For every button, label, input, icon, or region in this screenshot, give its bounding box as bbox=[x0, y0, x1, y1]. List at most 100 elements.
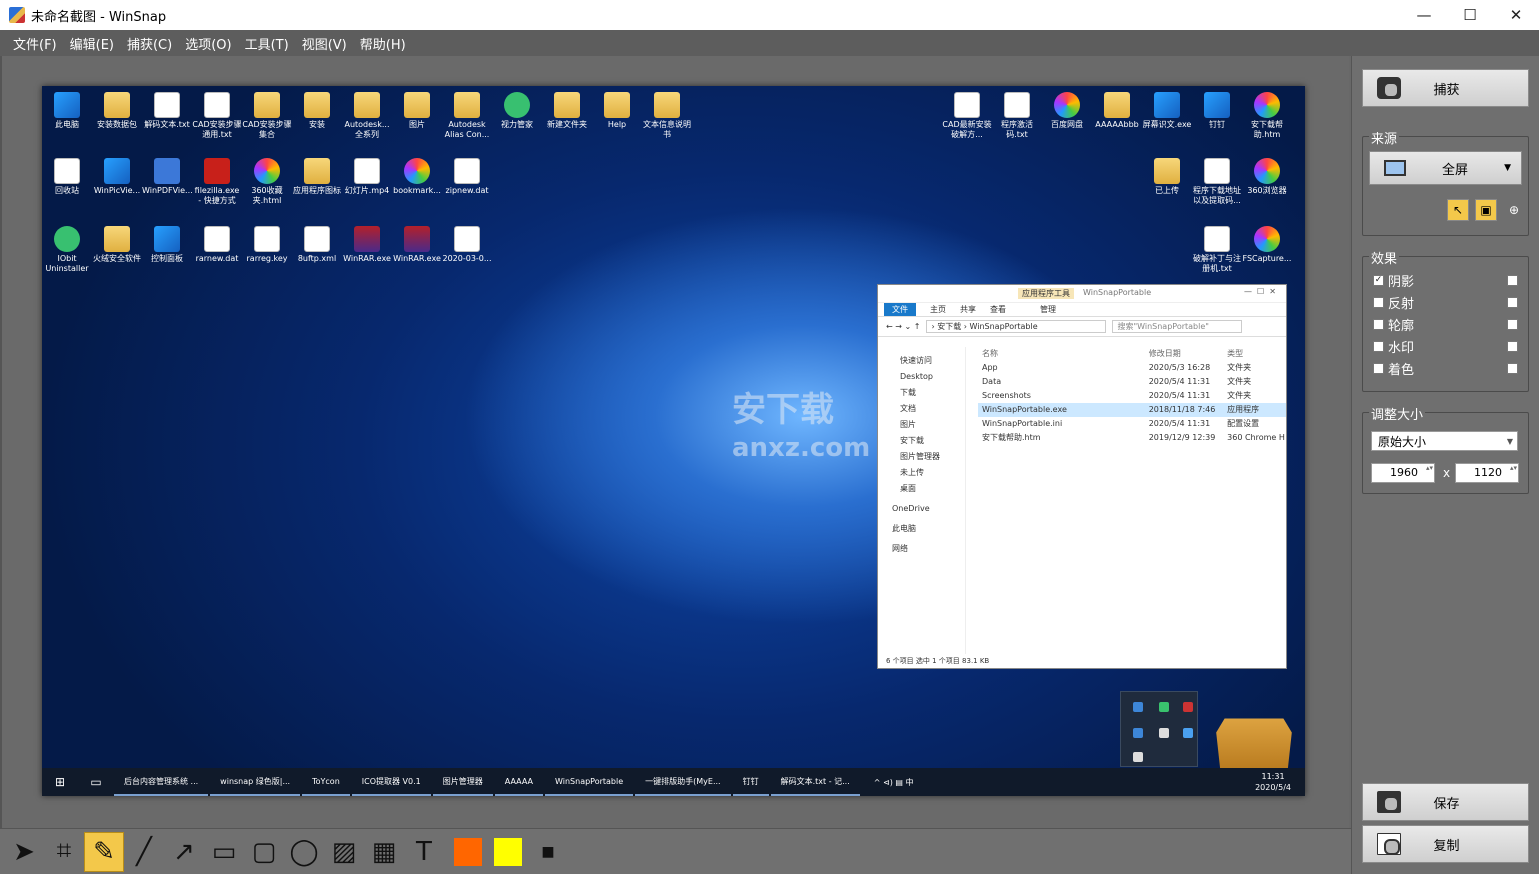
desktop-icon[interactable]: 8uftp.xml bbox=[292, 226, 342, 264]
pointer-tool-icon[interactable]: ➤ bbox=[4, 832, 44, 872]
save-button[interactable]: 保存 bbox=[1362, 783, 1529, 821]
secondary-color-swatch[interactable] bbox=[494, 837, 522, 866]
copy-button[interactable]: 复制 bbox=[1362, 825, 1529, 863]
maximize-button[interactable]: ☐ bbox=[1447, 0, 1493, 30]
effect-options-button[interactable] bbox=[1507, 274, 1518, 286]
desktop-icon[interactable]: WinRAR.exe bbox=[392, 226, 442, 264]
desktop-icon[interactable]: AAAAAbbb bbox=[1092, 92, 1142, 130]
desktop-icon[interactable]: 程序激活码.txt bbox=[992, 92, 1042, 140]
effect-checkbox[interactable] bbox=[1373, 340, 1384, 352]
desktop-icon[interactable]: CAD安装步骤集合 bbox=[242, 92, 292, 140]
desktop-icon[interactable]: 屏幕识文.exe bbox=[1142, 92, 1192, 130]
desktop-icon[interactable]: 应用程序图标 bbox=[292, 158, 342, 196]
desktop-icon[interactable]: CAD安装步骤通用.txt bbox=[192, 92, 242, 140]
menu-tools[interactable]: 工具(T) bbox=[239, 34, 296, 53]
desktop-icon[interactable]: 文本信息说明书 bbox=[642, 92, 692, 140]
capture-button[interactable]: 捕获 bbox=[1362, 69, 1529, 107]
desktop-icon[interactable]: IObit Uninstaller bbox=[42, 226, 92, 274]
desktop-icon[interactable]: 解码文本.txt bbox=[142, 92, 192, 130]
desktop-icon[interactable]: 百度网盘 bbox=[1042, 92, 1092, 130]
desktop-icon[interactable]: Autodesk...全系列 bbox=[342, 92, 392, 140]
rectangle-tool-icon[interactable]: ▭ bbox=[204, 832, 244, 872]
menu-file[interactable]: 文件(F) bbox=[0, 34, 64, 53]
desktop-icon[interactable]: WinPDFVie... bbox=[142, 158, 193, 196]
desktop-icon[interactable]: Help bbox=[592, 92, 642, 130]
target-options-icon[interactable]: ⊕ bbox=[1503, 199, 1525, 221]
line-width-icon[interactable]: ■ bbox=[528, 832, 568, 872]
height-input[interactable]: 1120 bbox=[1455, 463, 1519, 483]
desktop-icon-graphic bbox=[1154, 158, 1180, 184]
desktop-icon[interactable]: 图片 bbox=[392, 92, 442, 130]
pixelate-tool-icon[interactable]: ▦ bbox=[364, 832, 404, 872]
desktop-icon[interactable]: 回收站 bbox=[42, 158, 92, 196]
line-tool-icon[interactable]: ╱ bbox=[124, 832, 164, 872]
desktop-icon[interactable]: 钉钉 bbox=[1192, 92, 1242, 130]
desktop-icon[interactable]: 新建文件夹 bbox=[542, 92, 592, 130]
effect-options-button[interactable] bbox=[1507, 340, 1518, 352]
explorer-file-type: 文件夹 bbox=[1227, 363, 1252, 372]
desktop-icon[interactable]: filezilla.exe - 快捷方式 bbox=[192, 158, 242, 206]
effect-checkbox[interactable] bbox=[1373, 362, 1384, 374]
hatch-tool-icon[interactable]: ▨ bbox=[324, 832, 364, 872]
arrow-tool-icon[interactable]: ↗ bbox=[164, 832, 204, 872]
desktop-icon-label: Autodesk...全系列 bbox=[344, 120, 390, 139]
primary-color-swatch[interactable] bbox=[454, 837, 482, 866]
explorer-file-name: App bbox=[982, 363, 998, 372]
effect-row-4[interactable]: 着色 bbox=[1373, 359, 1518, 378]
desktop-icon[interactable]: rarreg.key bbox=[242, 226, 292, 264]
source-dropdown[interactable]: 全屏 ▼ bbox=[1369, 151, 1522, 185]
pen-tool-icon[interactable]: ✎ bbox=[84, 831, 124, 872]
desktop-icon[interactable]: 火绒安全软件 bbox=[92, 226, 142, 264]
text-tool-icon[interactable]: T bbox=[404, 832, 444, 872]
desktop-icon[interactable]: Autodesk Alias Con... bbox=[442, 92, 492, 140]
menu-view[interactable]: 视图(V) bbox=[296, 34, 354, 53]
desktop-icon[interactable]: 安装数据包 bbox=[92, 92, 142, 130]
desktop-icon[interactable]: rarnew.dat bbox=[192, 226, 242, 264]
effect-options-button[interactable] bbox=[1507, 296, 1518, 308]
desktop-icon[interactable]: 此电脑 bbox=[42, 92, 92, 130]
taskbar-item: winsnap 绿色版|... bbox=[210, 768, 301, 796]
captured-screenshot[interactable]: 此电脑 安装数据包 解码文本.txt CAD安装步骤通用.txt CAD安装步骤集合 安装… bbox=[42, 86, 1305, 796]
desktop-icon[interactable]: 安装 bbox=[292, 92, 342, 130]
width-input[interactable]: 1960 bbox=[1371, 463, 1435, 483]
desktop-icon[interactable]: zipnew.dat bbox=[442, 158, 492, 196]
effect-row-3[interactable]: 水印 bbox=[1373, 337, 1518, 356]
desktop-icon[interactable]: 安下载帮助.htm bbox=[1242, 92, 1292, 140]
desktop-icon[interactable]: 视力管家 bbox=[492, 92, 542, 130]
desktop-icon[interactable]: 破解补丁与注册机.txt bbox=[1192, 226, 1242, 274]
desktop-icon[interactable]: 360浏览器 bbox=[1242, 158, 1292, 196]
crop-tool-icon[interactable]: ⌗ bbox=[44, 832, 84, 872]
close-button[interactable]: ✕ bbox=[1493, 0, 1539, 30]
desktop-icon[interactable]: bookmark... bbox=[392, 158, 442, 196]
desktop-icon[interactable]: 2020-03-0... bbox=[442, 226, 492, 264]
effect-checkbox[interactable]: ✓ bbox=[1373, 274, 1384, 286]
desktop-icon[interactable]: FSCapture... bbox=[1242, 226, 1292, 264]
effect-checkbox[interactable] bbox=[1373, 318, 1384, 330]
menu-options[interactable]: 选项(O) bbox=[179, 34, 238, 53]
effect-options-button[interactable] bbox=[1507, 318, 1518, 330]
resize-mode-select[interactable]: 原始大小 ▼ bbox=[1371, 431, 1518, 451]
effect-options-button[interactable] bbox=[1507, 362, 1518, 374]
desktop-icon[interactable]: 360收藏夹.html bbox=[242, 158, 292, 206]
window-select-icon[interactable]: ▣ bbox=[1475, 199, 1497, 221]
effect-row-0[interactable]: ✓ 阴影 bbox=[1373, 271, 1518, 290]
desktop-icon[interactable]: 幻灯片.mp4 bbox=[342, 158, 392, 196]
effect-checkbox[interactable] bbox=[1373, 296, 1384, 308]
rounded-rectangle-tool-icon[interactable]: ▢ bbox=[244, 832, 284, 872]
effect-row-1[interactable]: 反射 bbox=[1373, 293, 1518, 312]
effect-row-2[interactable]: 轮廓 bbox=[1373, 315, 1518, 334]
menu-capture[interactable]: 捕获(C) bbox=[121, 34, 179, 53]
desktop-icon[interactable]: WinPicVie... bbox=[92, 158, 142, 196]
desktop-icon-label: 回收站 bbox=[55, 186, 79, 195]
ellipse-tool-icon[interactable]: ◯ bbox=[284, 832, 324, 872]
desktop-icon[interactable]: 程序下载地址以及提取码... bbox=[1192, 158, 1242, 206]
desktop-icon-label: CAD最新安装破解方... bbox=[942, 120, 992, 139]
desktop-icon[interactable]: CAD最新安装破解方... bbox=[942, 92, 992, 140]
desktop-icon[interactable]: WinRAR.exe bbox=[342, 226, 392, 264]
desktop-icon[interactable]: 已上传 bbox=[1142, 158, 1192, 196]
minimize-button-2[interactable]: — bbox=[1401, 0, 1447, 30]
desktop-icon[interactable]: 控制面板 bbox=[142, 226, 192, 264]
pointer-cursor-icon[interactable]: ↖ bbox=[1447, 199, 1469, 221]
menu-help[interactable]: 帮助(H) bbox=[354, 34, 413, 53]
menu-edit[interactable]: 编辑(E) bbox=[64, 34, 121, 53]
